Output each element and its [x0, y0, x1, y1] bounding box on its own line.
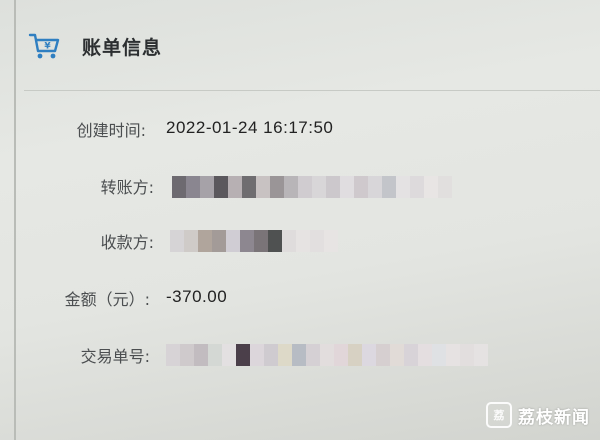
header-divider [24, 90, 600, 91]
payer-value-redacted [172, 176, 452, 198]
bill-info-screen: ¥ 账单信息 创建时间: 2022-01-24 16:17:50 转账方: 收款… [0, 0, 600, 440]
payee-value-redacted [170, 230, 338, 252]
transaction-id-label-box: 交易单号: [0, 340, 150, 370]
news-watermark: 荔 荔枝新闻 [486, 402, 590, 428]
left-border [14, 0, 16, 440]
news-logo-icon: 荔 [486, 402, 512, 428]
transaction-id-value-redacted [166, 344, 488, 366]
watermark-text: 荔枝新闻 [518, 407, 590, 428]
payee-label: 收款方: [100, 233, 154, 252]
amount-label: 金额（元）: [64, 290, 150, 309]
cart-icon: ¥ [28, 33, 60, 59]
payee-label-box: 收款方: [0, 226, 154, 256]
payer-label-box: 转账方: [0, 171, 154, 201]
bill-header: ¥ 账单信息 [28, 20, 162, 72]
created-time-label-box: 创建时间: [0, 114, 146, 144]
created-time-label: 创建时间: [76, 121, 146, 140]
transaction-id-label: 交易单号: [80, 347, 150, 366]
amount-value: -370.00 [166, 287, 228, 306]
payer-label: 转账方: [100, 178, 154, 197]
svg-text:¥: ¥ [44, 42, 51, 52]
created-time-value: 2022-01-24 16:17:50 [166, 118, 334, 137]
amount-label-box: 金额（元）: [0, 283, 150, 313]
page-title: 账单信息 [82, 36, 163, 59]
